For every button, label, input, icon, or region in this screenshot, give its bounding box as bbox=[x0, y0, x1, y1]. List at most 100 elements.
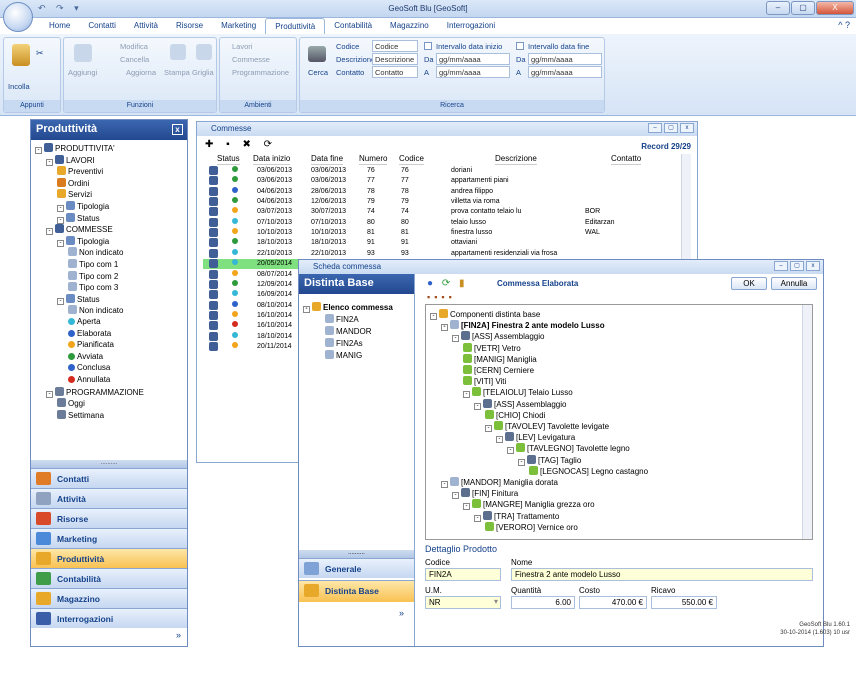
tab-risorse[interactable]: Risorse bbox=[167, 18, 212, 34]
sidebar-tree-node[interactable]: Annullata bbox=[68, 375, 110, 385]
tab-contabilita[interactable]: Contabilità bbox=[325, 18, 381, 34]
fine-a-input[interactable]: gg/mm/aaaa bbox=[528, 66, 602, 78]
cerca-button[interactable]: Cerca bbox=[308, 68, 328, 77]
component-node[interactable]: [MANIG] Maniglia bbox=[463, 353, 537, 365]
codice-field[interactable]: FIN2A bbox=[425, 568, 501, 581]
sidebar-tree-node[interactable]: Aperta bbox=[68, 317, 101, 327]
component-node[interactable]: - [TAVLEGNO] Tavolette legno bbox=[507, 443, 630, 455]
sidebar-tree-node[interactable]: Non indicato bbox=[68, 247, 123, 258]
tab-generale[interactable]: Generale bbox=[299, 558, 414, 578]
inizio-da-input[interactable]: gg/mm/aaaa bbox=[436, 53, 510, 65]
expand-toggle-icon[interactable]: - bbox=[452, 492, 459, 500]
table-row[interactable]: 18/10/2013 18/10/2013 91 91 ottaviani bbox=[203, 238, 681, 248]
aggiorna-button[interactable]: Aggiorna bbox=[126, 68, 156, 77]
tree-scrollbar[interactable] bbox=[802, 305, 812, 539]
more-nav-button[interactable]: » bbox=[176, 630, 181, 640]
expand-toggle-icon[interactable]: - bbox=[463, 391, 470, 399]
griglia-button[interactable]: Griglia bbox=[192, 68, 214, 77]
component-node[interactable]: - [TAG] Taglio bbox=[518, 454, 581, 466]
maximize-button[interactable]: ▢ bbox=[790, 261, 804, 271]
tree-toolbar[interactable]: ▪▪▪▪ bbox=[427, 292, 456, 302]
ambiente-lavori[interactable]: Lavori bbox=[232, 42, 252, 51]
cancella-button[interactable]: Cancella bbox=[120, 55, 149, 64]
col-contatto[interactable]: Contatto bbox=[611, 154, 642, 165]
codice-input[interactable]: Codice bbox=[372, 40, 418, 52]
component-node[interactable]: - [TAVOLEV] Tavolette levigate bbox=[485, 421, 609, 432]
minimize-button[interactable]: – bbox=[766, 1, 790, 15]
expand-toggle-icon[interactable]: - bbox=[46, 390, 53, 398]
annulla-button[interactable]: Annulla bbox=[771, 277, 817, 290]
tab-magazzino[interactable]: Magazzino bbox=[381, 18, 438, 34]
table-row[interactable]: 04/06/2013 12/06/2013 79 79 villetta via rom… bbox=[203, 197, 681, 207]
sidebar-tree-node[interactable]: - Status bbox=[57, 212, 100, 224]
component-node[interactable]: - [TELAIOLU] Telaio Lusso bbox=[463, 387, 573, 399]
sidebar-tree-node[interactable]: Preventivi bbox=[57, 166, 103, 177]
sidebar-close-button[interactable]: x bbox=[172, 124, 183, 135]
table-row[interactable]: 03/06/2013 03/06/2013 76 76 doriani bbox=[203, 166, 681, 176]
expand-toggle-icon[interactable]: - bbox=[496, 436, 503, 444]
list-splitter[interactable]: .......... bbox=[299, 550, 414, 558]
tab-home[interactable]: Home bbox=[40, 18, 79, 34]
table-row[interactable]: 03/07/2013 30/07/2013 74 74 prova contatto t… bbox=[203, 207, 681, 217]
component-node[interactable]: [CERN] Cerniere bbox=[463, 365, 534, 376]
minimize-button[interactable]: – bbox=[648, 123, 662, 133]
list-item[interactable]: MANIG bbox=[325, 350, 362, 361]
expand-toggle-icon[interactable]: - bbox=[57, 239, 64, 247]
component-node[interactable]: - [ASS] Assemblaggio bbox=[452, 331, 544, 343]
component-node[interactable]: [CHIO] Chiodi bbox=[485, 409, 545, 421]
nav-interrogazioni[interactable]: Interrogazioni bbox=[31, 608, 187, 628]
expand-toggle-icon[interactable]: - bbox=[57, 205, 64, 212]
expand-toggle-icon[interactable]: - bbox=[46, 158, 53, 166]
more-tabs-button[interactable]: » bbox=[399, 608, 404, 618]
stampa-button[interactable]: Stampa bbox=[164, 68, 190, 77]
component-node[interactable]: [VETR] Vetro bbox=[463, 342, 521, 354]
col-status[interactable]: Status bbox=[217, 154, 240, 165]
table-row[interactable]: 04/06/2013 28/06/2013 78 78 andrea filippo bbox=[203, 186, 681, 197]
refresh-icon[interactable]: ⟳ bbox=[442, 278, 450, 289]
nav-attivit[interactable]: Attività bbox=[31, 488, 187, 508]
list-item[interactable]: FIN2A bbox=[325, 314, 359, 325]
expand-toggle-icon[interactable]: - bbox=[518, 458, 525, 466]
modifica-button[interactable]: Modifica bbox=[120, 42, 148, 51]
expand-toggle-icon[interactable]: - bbox=[452, 335, 459, 343]
component-node[interactable]: - [MANGRE] Maniglia grezza oro bbox=[463, 499, 595, 511]
info-icon[interactable]: ● bbox=[427, 278, 433, 289]
tab-marketing[interactable]: Marketing bbox=[212, 18, 265, 34]
fine-checkbox[interactable] bbox=[516, 42, 524, 50]
component-node[interactable]: - [MANDOR] Maniglia dorata bbox=[441, 477, 558, 488]
sidebar-tree-node[interactable]: - PRODUTTIVITA' bbox=[35, 143, 115, 154]
sidebar-tree-node[interactable]: - COMMESSE bbox=[46, 224, 113, 236]
expand-toggle-icon[interactable]: - bbox=[441, 481, 448, 488]
incolla-button[interactable]: Incolla bbox=[8, 82, 30, 91]
maximize-button[interactable]: ▢ bbox=[791, 1, 815, 15]
close-button[interactable]: X bbox=[816, 1, 854, 15]
col-numero[interactable]: Numero bbox=[359, 154, 388, 165]
sidebar-tree-node[interactable]: Non indicato bbox=[68, 305, 123, 316]
help-icon[interactable]: ^ ? bbox=[838, 20, 850, 30]
expand-toggle-icon[interactable]: - bbox=[441, 324, 448, 332]
costo-field[interactable]: 470.00 € bbox=[579, 596, 647, 609]
tab-distinta-base[interactable]: Distinta Base bbox=[299, 580, 414, 602]
sidebar-tree-node[interactable]: Avviata bbox=[68, 352, 103, 362]
table-row[interactable]: 07/10/2013 07/10/2013 80 80 telaio lusso Edit… bbox=[203, 217, 681, 228]
col-data-fine[interactable]: Data fine bbox=[311, 154, 344, 165]
component-node[interactable]: - [ASS] Assemblaggio bbox=[474, 398, 566, 410]
elenco-root[interactable]: - Elenco commessa bbox=[303, 302, 393, 313]
fine-da-input[interactable]: gg/mm/aaaa bbox=[528, 53, 602, 65]
component-node[interactable]: - Componenti distinta base bbox=[430, 309, 540, 320]
expand-toggle-icon[interactable]: - bbox=[430, 313, 437, 320]
sidebar-tree-node[interactable]: Pianificata bbox=[68, 340, 114, 350]
col-codice[interactable]: Codice bbox=[399, 154, 424, 165]
sidebar-tree-node[interactable]: Tipo com 2 bbox=[68, 270, 118, 282]
list-item[interactable]: MANDOR bbox=[325, 326, 372, 337]
expand-toggle-icon[interactable]: - bbox=[46, 228, 53, 236]
maximize-button[interactable]: ▢ bbox=[664, 123, 678, 133]
sidebar-tree-node[interactable]: Oggi bbox=[57, 398, 85, 409]
expand-toggle-icon[interactable]: - bbox=[474, 514, 481, 522]
ricavo-field[interactable]: 550.00 € bbox=[651, 596, 717, 609]
inizio-checkbox[interactable] bbox=[424, 42, 432, 50]
expand-toggle-icon[interactable]: - bbox=[463, 503, 470, 511]
sidebar-tree-node[interactable]: Settimana bbox=[57, 409, 104, 421]
descrizione-input[interactable]: Descrizione bbox=[372, 53, 418, 65]
minimize-button[interactable]: – bbox=[774, 261, 788, 271]
